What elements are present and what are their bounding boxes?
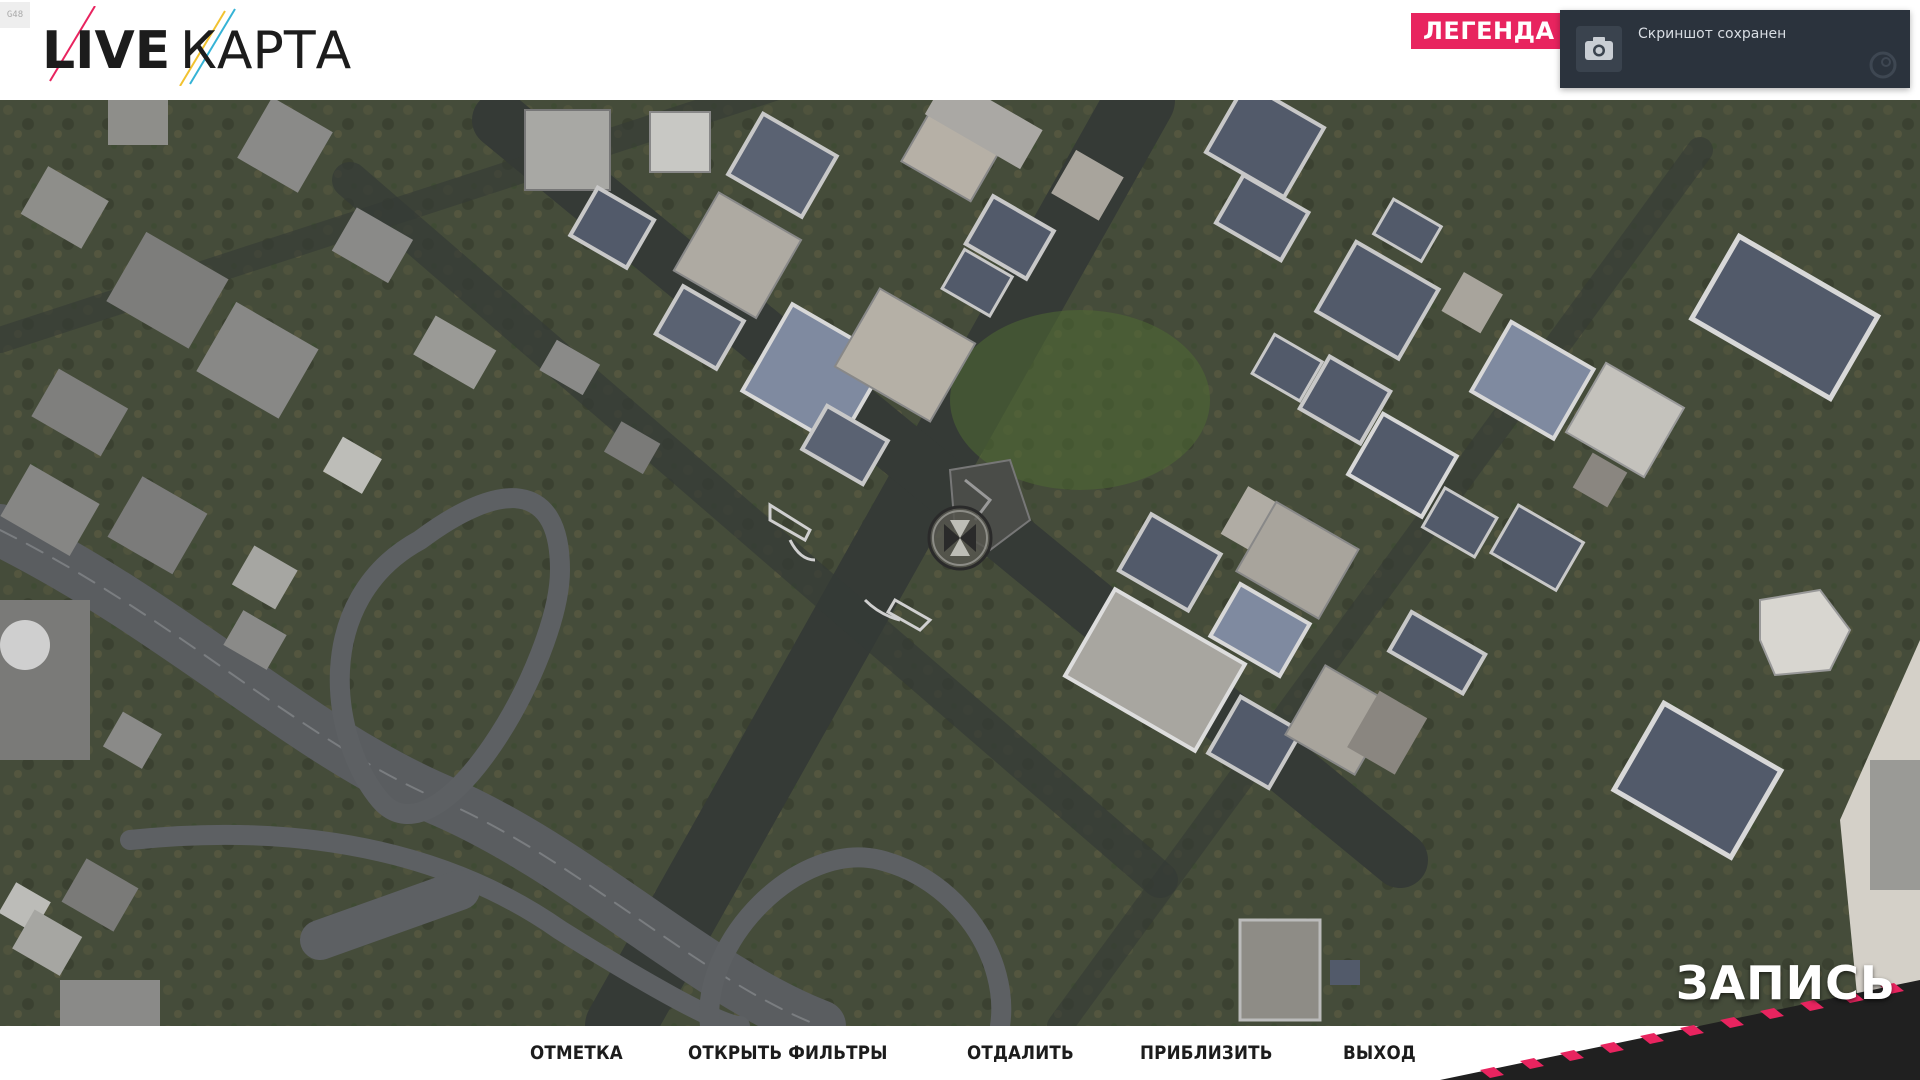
screenshot-toast: Скриншот сохранен [1560,10,1910,88]
camera-icon [1576,26,1622,72]
fps-counter: G48 [0,2,30,28]
zoom-in-button[interactable]: ПРИБЛИЗИТЬ [1140,1042,1273,1064]
exit-button[interactable]: ВЫХОД [1343,1042,1416,1064]
recording-label: ЗАПИСЬ [1675,956,1896,1010]
map-view[interactable] [0,100,1920,1026]
steam-icon [1869,51,1897,79]
logo-map-text: КАРТА [180,21,352,81]
player-location-icon[interactable] [927,505,993,571]
logo-live-text: LIVE [42,21,170,81]
mark-button[interactable]: ОТМЕТКА [530,1042,623,1064]
open-filters-button[interactable]: ОТКРЫТЬ ФИЛЬТРЫ [688,1042,888,1064]
zoom-out-button[interactable]: ОТДАЛИТЬ [967,1042,1074,1064]
logo: LIVE КАРТА [42,6,352,86]
toast-message: Скриншот сохранен [1638,26,1787,42]
map-menu: ОТМЕТКА ОТКРЫТЬ ФИЛЬТРЫ ОТДАЛИТЬ ПРИБЛИЗ… [530,1026,1478,1080]
